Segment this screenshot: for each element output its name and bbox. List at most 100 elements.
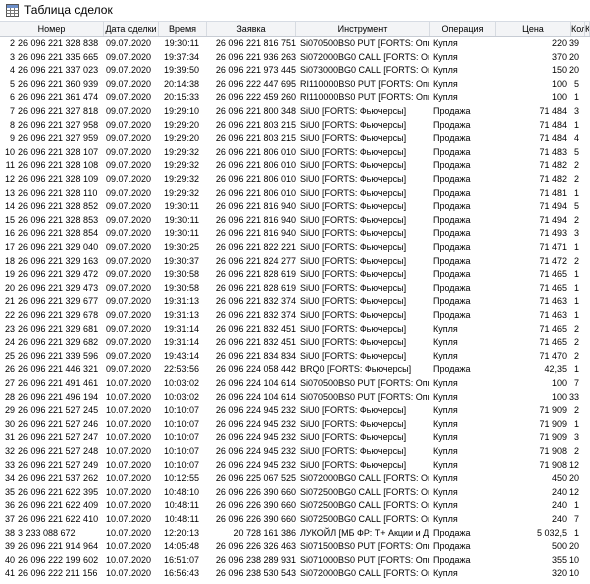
cell-number: 26 096 221 329 473 <box>18 282 99 293</box>
table-row[interactable]: 19 26 096 221 329 472 09.07.2020 19:30:58 26… <box>0 268 590 282</box>
cell-order: 26 096 224 104 614 <box>215 391 296 402</box>
column-header-instr[interactable]: Инструмент <box>296 22 430 36</box>
table-row[interactable]: 27 26 096 221 491 461 10.07.2020 10:03:02 26… <box>0 377 590 391</box>
cell-order: 26 096 221 936 263 <box>215 51 296 62</box>
cell-order: 26 096 221 832 451 <box>215 323 296 334</box>
table-row[interactable]: 31 26 096 221 527 247 10.07.2020 10:10:07 26… <box>0 431 590 445</box>
table-row[interactable]: 39 26 096 221 914 964 10.07.2020 14:05:48 26… <box>0 540 590 554</box>
table-row[interactable]: 18 26 096 221 329 163 09.07.2020 19:30:37 26… <box>0 255 590 269</box>
cell-price: 71 909 <box>539 405 567 416</box>
cell-order: 26 096 221 816 940 <box>215 228 296 239</box>
cell-number: 26 096 221 527 247 <box>18 432 99 443</box>
table-row[interactable]: 14 26 096 221 328 852 09.07.2020 19:30:11 26… <box>0 200 590 214</box>
table-row[interactable]: 26 26 096 221 446 321 09.07.2020 22:53:56 26… <box>0 363 590 377</box>
table-row[interactable]: 29 26 096 221 527 245 10.07.2020 10:10:07 26… <box>0 404 590 418</box>
table-row[interactable]: 38 3 233 088 672 10.07.2020 12:20:13 20 728 … <box>0 527 590 541</box>
table-row[interactable]: 17 26 096 221 329 040 09.07.2020 19:30:25 26… <box>0 241 590 255</box>
table-row[interactable]: 24 26 096 221 329 682 09.07.2020 19:31:14 26… <box>0 336 590 350</box>
cell-price: 71 483 <box>539 146 567 157</box>
row-index: 13 <box>4 187 15 198</box>
column-header-order[interactable]: Заявка <box>207 22 296 36</box>
cell-time: 19:31:14 <box>163 323 199 334</box>
trades-table[interactable]: 2 26 096 221 328 838 09.07.2020 19:30:11 26 … <box>0 37 590 584</box>
table-row[interactable]: 25 26 096 221 339 596 09.07.2020 19:43:14 26… <box>0 350 590 364</box>
row-index: 20 <box>4 282 15 293</box>
table-row[interactable]: 3 26 096 221 335 665 09.07.2020 19:37:34 26 … <box>0 51 590 65</box>
table-row[interactable]: 30 26 096 221 527 246 10.07.2020 10:10:07 26… <box>0 418 590 432</box>
cell-operation: Купля <box>433 337 458 348</box>
row-index: 14 <box>4 201 15 212</box>
table-row[interactable]: 2 26 096 221 328 838 09.07.2020 19:30:11 26 … <box>0 37 590 51</box>
cell-instrument: SiU0 [FORTS: Фьючерсы] <box>300 296 407 307</box>
cell-date: 09.07.2020 <box>106 323 152 334</box>
table-row[interactable]: 4 26 096 221 337 023 09.07.2020 19:39:50 26 … <box>0 64 590 78</box>
cell-order: 26 096 221 803 215 <box>215 119 296 130</box>
cell-order: 26 096 221 832 374 <box>215 296 296 307</box>
cell-date: 10.07.2020 <box>106 568 152 579</box>
column-header-date[interactable]: Дата сделки <box>104 22 159 36</box>
cell-quantity: 3 <box>573 106 579 116</box>
cell-operation: Купля <box>433 378 458 388</box>
cell-instrument: Si072500BG0 CALL [FORTS: Опци <box>300 500 429 511</box>
cell-quantity: 2 <box>573 323 579 334</box>
table-row[interactable]: 32 26 096 221 527 248 10.07.2020 10:10:07 26… <box>0 445 590 459</box>
table-row[interactable]: 15 26 096 221 328 853 09.07.2020 19:30:11 26… <box>0 214 590 228</box>
column-header-time[interactable]: Время <box>159 22 207 36</box>
column-header-op[interactable]: Операция <box>430 22 496 36</box>
cell-order: 26 096 224 945 232 <box>215 418 296 429</box>
table-row[interactable]: 6 26 096 221 361 474 09.07.2020 20:15:33 26 … <box>0 91 590 105</box>
cell-price: 71 463 <box>539 296 567 307</box>
table-row[interactable]: 35 26 096 221 622 395 10.07.2020 10:48:10 26… <box>0 486 590 500</box>
cell-order: 26 096 238 289 931 <box>215 554 296 565</box>
cell-operation: Продажа <box>433 106 471 116</box>
cell-quantity: 20 <box>568 51 579 62</box>
cell-price: 240 <box>551 486 567 497</box>
cell-quantity: 5 <box>573 78 579 89</box>
table-row[interactable]: 7 26 096 221 327 818 09.07.2020 19:29:10 26 … <box>0 105 590 119</box>
row-index: 30 <box>4 418 15 429</box>
cell-operation: Купля <box>433 418 458 429</box>
cell-date: 09.07.2020 <box>106 337 152 348</box>
table-row[interactable]: 34 26 096 221 537 262 10.07.2020 10:12:55 26… <box>0 472 590 486</box>
row-index: 27 <box>4 378 15 388</box>
table-row[interactable]: 5 26 096 221 360 939 09.07.2020 20:14:38 26 … <box>0 78 590 92</box>
table-row[interactable]: 28 26 096 221 496 194 10.07.2020 10:03:02 26… <box>0 391 590 405</box>
table-row[interactable]: 20 26 096 221 329 473 09.07.2020 19:30:58 26… <box>0 282 590 296</box>
cell-quantity: 1 <box>573 92 579 103</box>
cell-operation: Продажа <box>433 119 471 130</box>
cell-operation: Продажа <box>433 146 471 157</box>
column-header-qty[interactable]: Кол-во <box>571 22 585 36</box>
table-row[interactable]: 9 26 096 221 327 959 09.07.2020 19:29:20 26 … <box>0 132 590 146</box>
cell-quantity: 4 <box>573 133 579 144</box>
table-row[interactable]: 10 26 096 221 328 107 09.07.2020 19:29:32 26… <box>0 146 590 160</box>
table-row[interactable]: 8 26 096 221 327 958 09.07.2020 19:29:20 26 … <box>0 119 590 133</box>
column-header-k[interactable]: К <box>585 22 590 36</box>
column-header-num[interactable]: Номер <box>0 22 104 36</box>
cell-instrument: Si070500BS0 PUT [FORTS: Опци <box>300 391 429 402</box>
table-row[interactable]: 21 26 096 221 329 677 09.07.2020 19:31:13 26… <box>0 295 590 309</box>
table-row[interactable]: 36 26 096 221 622 409 10.07.2020 10:48:11 26… <box>0 499 590 513</box>
table-row[interactable]: 33 26 096 221 527 249 10.07.2020 10:10:07 26… <box>0 459 590 473</box>
table-row[interactable]: 13 26 096 221 328 110 09.07.2020 19:29:32 26… <box>0 187 590 201</box>
cell-price: 240 <box>551 500 567 511</box>
table-row[interactable]: 37 26 096 221 622 410 10.07.2020 10:48:11 26… <box>0 513 590 527</box>
table-row[interactable]: 40 26 096 222 199 602 10.07.2020 16:51:07 26… <box>0 554 590 568</box>
table-row[interactable]: 11 26 096 221 328 108 09.07.2020 19:29:32 26… <box>0 159 590 173</box>
row-index: 29 <box>4 405 15 416</box>
table-row[interactable]: 41 26 096 222 211 156 10.07.2020 16:56:43 26… <box>0 567 590 581</box>
table-row[interactable]: 23 26 096 221 329 681 09.07.2020 19:31:14 26… <box>0 323 590 337</box>
table-row[interactable]: 16 26 096 221 328 854 09.07.2020 19:30:11 26… <box>0 227 590 241</box>
cell-operation: Купля <box>433 405 458 416</box>
cell-order: 26 096 221 824 277 <box>215 255 296 266</box>
cell-time: 10:10:07 <box>163 446 199 456</box>
cell-number: 26 096 221 491 461 <box>18 378 99 388</box>
cell-price: 42,35 <box>544 364 567 375</box>
cell-instrument: SiU0 [FORTS: Фьючерсы] <box>300 201 407 212</box>
row-index: 11 <box>5 160 15 171</box>
cell-date: 09.07.2020 <box>106 242 152 252</box>
table-row[interactable]: 12 26 096 221 328 109 09.07.2020 19:29:32 26… <box>0 173 590 187</box>
table-row[interactable]: 22 26 096 221 329 678 09.07.2020 19:31:13 26… <box>0 309 590 323</box>
column-header-price[interactable]: Цена <box>496 22 571 36</box>
cell-quantity: 1 <box>573 282 579 293</box>
cell-order: 26 096 221 806 010 <box>215 174 296 184</box>
